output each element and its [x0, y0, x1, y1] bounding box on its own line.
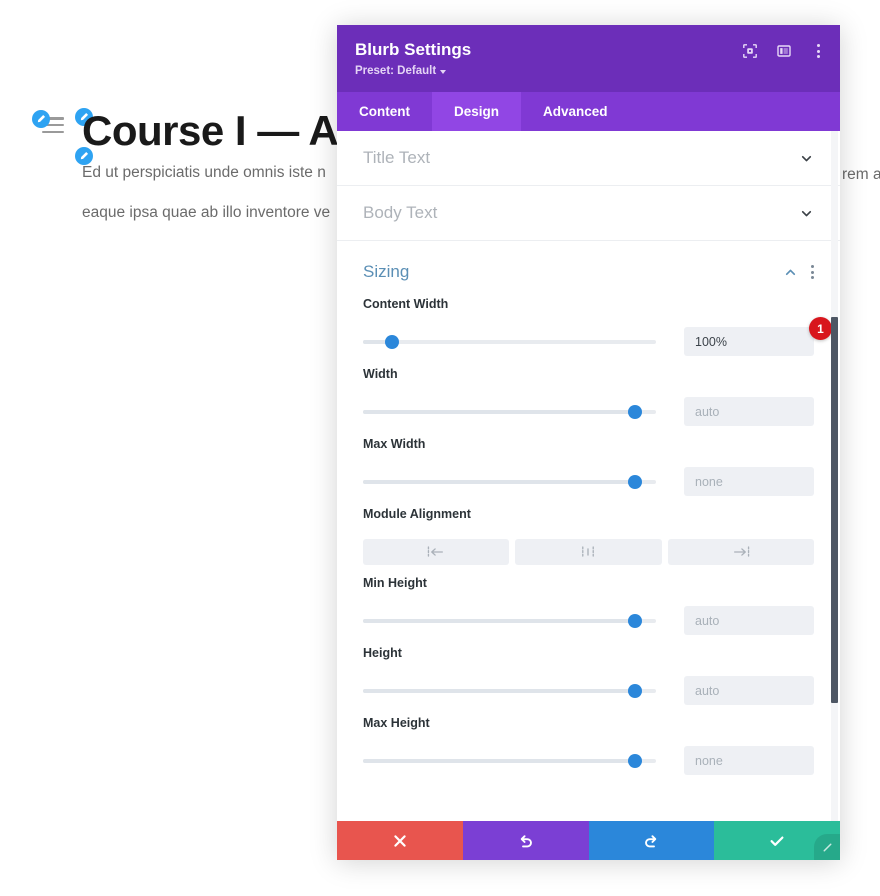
width-input[interactable] [684, 397, 814, 426]
align-left-button[interactable] [363, 539, 510, 565]
section-title-text-label: Title Text [363, 148, 431, 167]
chevron-down-icon [799, 206, 814, 221]
kebab-menu-icon[interactable] [808, 41, 828, 61]
field-label: Width [363, 367, 398, 381]
tab-content[interactable]: Content [337, 92, 432, 131]
slider-knob[interactable] [385, 334, 400, 349]
tab-design[interactable]: Design [432, 92, 522, 131]
section-sizing-tools [783, 265, 814, 280]
modal-tabs: Content Design Advanced [337, 92, 840, 131]
section-kebab-menu-icon[interactable] [811, 265, 814, 279]
align-center-button[interactable] [515, 539, 662, 565]
edit-pencil-icon-row[interactable] [32, 110, 50, 128]
align-right-button[interactable] [667, 539, 814, 565]
settings-scroll-area: Title Text Body Text Sizing Content Widt… [337, 131, 840, 821]
tab-advanced[interactable]: Advanced [521, 92, 630, 131]
align-right-icon [732, 545, 750, 559]
slider-fill [363, 758, 636, 763]
page-paragraph-2: eaque ipsa quae ab illo inventore ve [82, 204, 331, 221]
width-slider[interactable] [363, 402, 656, 422]
field-label: Height [363, 646, 402, 660]
page-paragraph-1-overflow: rem a [842, 166, 880, 183]
field-label: Min Height [363, 576, 427, 590]
content-width-slider[interactable] [363, 332, 656, 352]
field-height: Height [363, 635, 814, 705]
slider-fill [363, 618, 636, 623]
content-width-input[interactable] [684, 327, 814, 356]
field-label: Max Height [363, 716, 430, 730]
notification-badge: 1 [809, 317, 832, 340]
close-icon [393, 834, 407, 848]
section-body-text[interactable]: Body Text [337, 186, 840, 241]
modal-header: Blurb Settings Preset: Default [337, 25, 840, 92]
field-label: Module Alignment [363, 507, 471, 521]
field-width: Width [363, 356, 814, 426]
align-left-icon [427, 545, 445, 559]
slider-fill [363, 479, 636, 484]
chevron-down-icon [440, 69, 447, 74]
field-label: Max Width [363, 437, 426, 451]
modal-body: Title Text Body Text Sizing Content Widt… [337, 131, 840, 821]
preset-label: Preset: Default [355, 65, 437, 78]
modal-footer [337, 821, 840, 860]
max-height-input[interactable] [684, 746, 814, 775]
min-height-input[interactable] [684, 606, 814, 635]
max-height-slider[interactable] [363, 751, 656, 771]
slider-track [363, 339, 656, 344]
slider-knob[interactable] [628, 753, 643, 768]
min-height-slider[interactable] [363, 611, 656, 631]
section-sizing-title: Sizing [363, 262, 410, 281]
section-sizing: Sizing Content Width 100% 1 Width auto M… [337, 241, 840, 799]
preset-selector[interactable]: Preset: Default [355, 65, 447, 78]
blurb-settings-modal: Blurb Settings Preset: Default Content D… [337, 25, 840, 860]
max-width-input[interactable] [684, 467, 814, 496]
page-paragraph-1: Ed ut perspiciatis unde omnis iste n [82, 164, 326, 181]
check-icon [769, 833, 785, 849]
field-max-height: Max Height [363, 705, 814, 775]
field-content-width: Content Width 1 [363, 286, 832, 356]
slider-knob[interactable] [628, 613, 643, 628]
focus-target-icon[interactable] [740, 41, 760, 61]
redo-icon [643, 833, 659, 849]
slider-knob[interactable] [628, 474, 643, 489]
layout-panel-icon[interactable] [774, 41, 794, 61]
slider-fill [363, 688, 636, 693]
redo-button[interactable] [588, 821, 715, 860]
chevron-down-icon [799, 151, 814, 166]
height-slider[interactable] [363, 681, 656, 701]
scrollbar-thumb[interactable] [831, 317, 838, 703]
slider-knob[interactable] [628, 404, 643, 419]
modal-resize-handle[interactable] [814, 834, 840, 860]
chevron-up-icon[interactable] [783, 265, 798, 280]
undo-icon [518, 833, 534, 849]
slider-fill [363, 409, 636, 414]
section-title-text[interactable]: Title Text [337, 131, 840, 186]
height-input[interactable] [684, 676, 814, 705]
modal-header-actions [740, 41, 828, 61]
section-body-text-label: Body Text [363, 203, 438, 222]
undo-button[interactable] [462, 821, 589, 860]
section-sizing-header[interactable]: Sizing [363, 241, 814, 286]
field-min-height: Min Height [363, 565, 814, 635]
cancel-button[interactable] [337, 821, 463, 860]
align-center-icon [579, 545, 597, 559]
max-width-slider[interactable] [363, 472, 656, 492]
field-label: Content Width [363, 297, 449, 311]
field-module-alignment: Module Alignment [363, 496, 814, 565]
vertical-scrollbar[interactable] [831, 131, 838, 821]
slider-knob[interactable] [628, 683, 643, 698]
screen: Course I — Adipis Ed ut perspiciatis und… [0, 0, 880, 896]
field-max-width: Max Width [363, 426, 814, 496]
